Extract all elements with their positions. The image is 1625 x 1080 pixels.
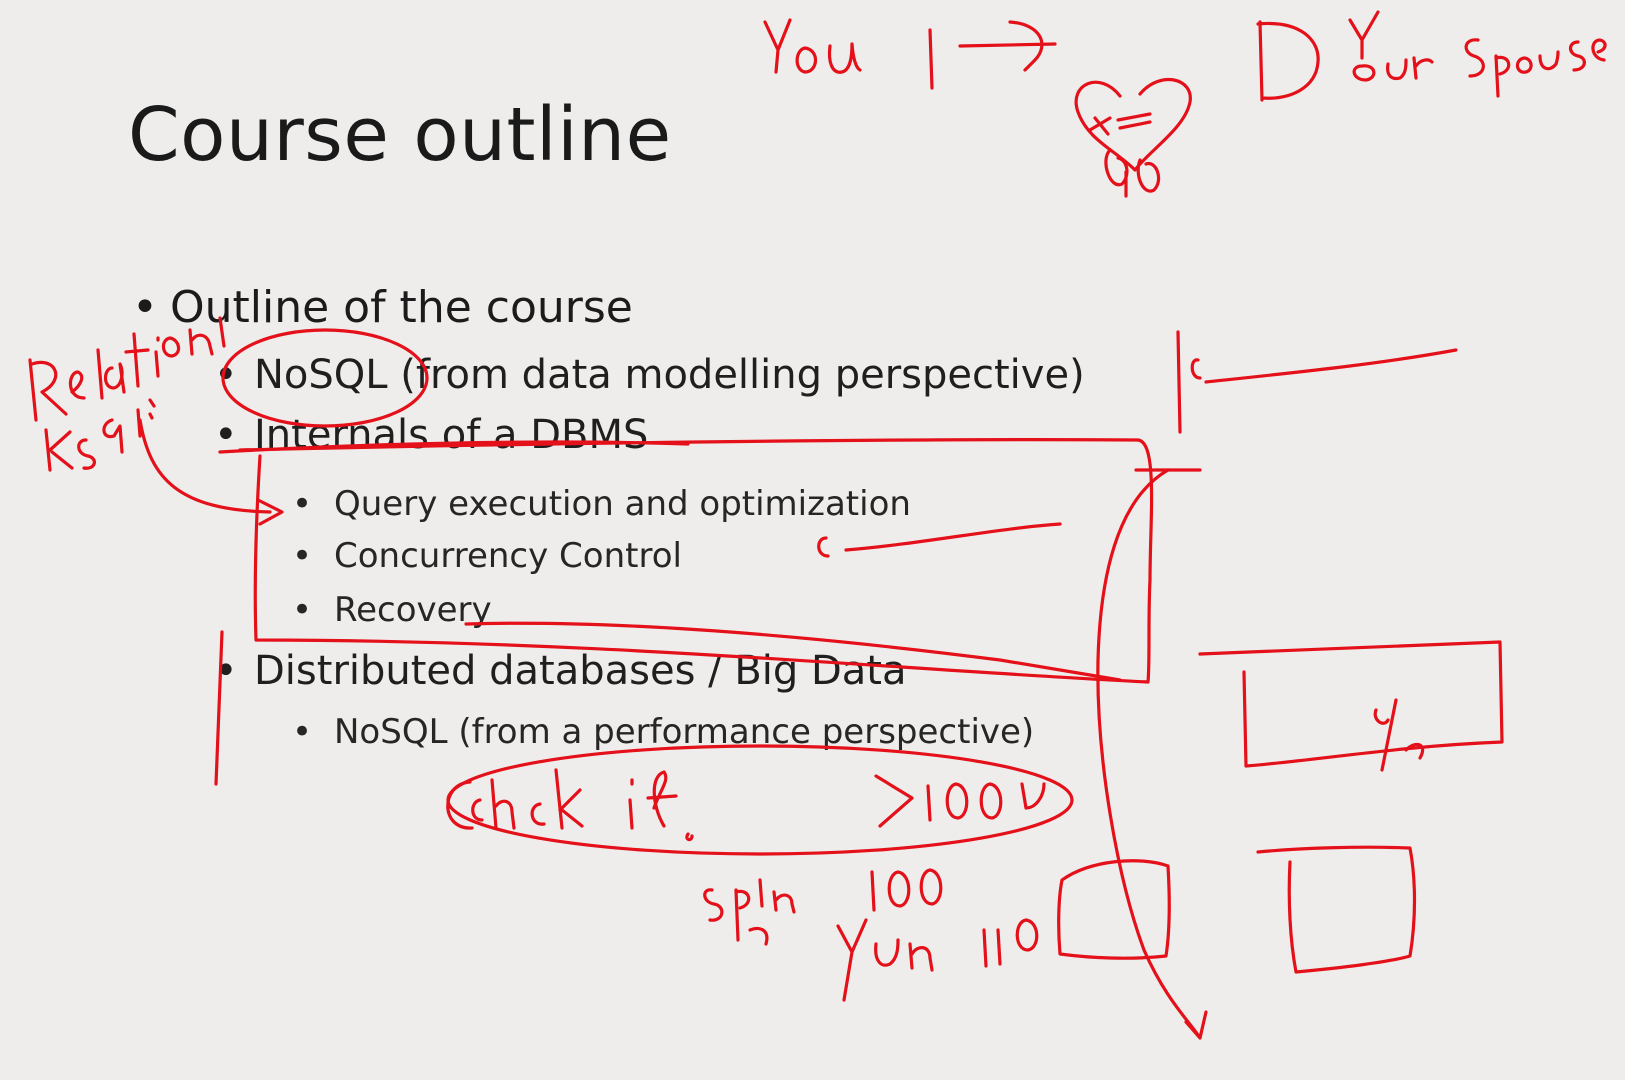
bullet-nosql-modelling: • NoSQL (from data modelling perspective… bbox=[214, 352, 1085, 398]
slide: Course outline • Outline of the course •… bbox=[0, 0, 1625, 1080]
bullet-dot: • bbox=[292, 712, 313, 752]
bullet-text: Query execution and optimization bbox=[334, 484, 911, 524]
bullet-text: Recovery bbox=[334, 590, 492, 630]
bullet-dot: • bbox=[214, 412, 238, 458]
bullet-text: NoSQL (from data modelling perspective) bbox=[254, 352, 1085, 398]
bullet-dot: • bbox=[214, 352, 238, 398]
bullet-recovery: • Recovery bbox=[292, 590, 492, 630]
bullet-dot: • bbox=[132, 282, 158, 333]
bullet-distributed: • Distributed databases / Big Data bbox=[214, 648, 907, 694]
bullet-text: NoSQL (from a performance perspective) bbox=[334, 712, 1035, 752]
bullet-text: Outline of the course bbox=[170, 282, 633, 333]
bullet-concurrency: • Concurrency Control bbox=[292, 536, 682, 576]
bullet-outline: • Outline of the course bbox=[132, 282, 633, 333]
bullet-dot: • bbox=[292, 536, 313, 576]
bullet-dot: • bbox=[214, 648, 238, 694]
bullet-nosql-performance: • NoSQL (from a performance perspective) bbox=[292, 712, 1034, 752]
bullet-text: Distributed databases / Big Data bbox=[254, 648, 907, 694]
bullet-text: Internals of a DBMS bbox=[254, 412, 649, 458]
bullet-text: Concurrency Control bbox=[334, 536, 682, 576]
bullet-dbms-internals: • Internals of a DBMS bbox=[214, 412, 648, 458]
slide-title: Course outline bbox=[128, 92, 672, 178]
bullet-dot: • bbox=[292, 484, 313, 524]
bullet-query-execution: • Query execution and optimization bbox=[292, 484, 911, 524]
bullet-dot: • bbox=[292, 590, 313, 630]
